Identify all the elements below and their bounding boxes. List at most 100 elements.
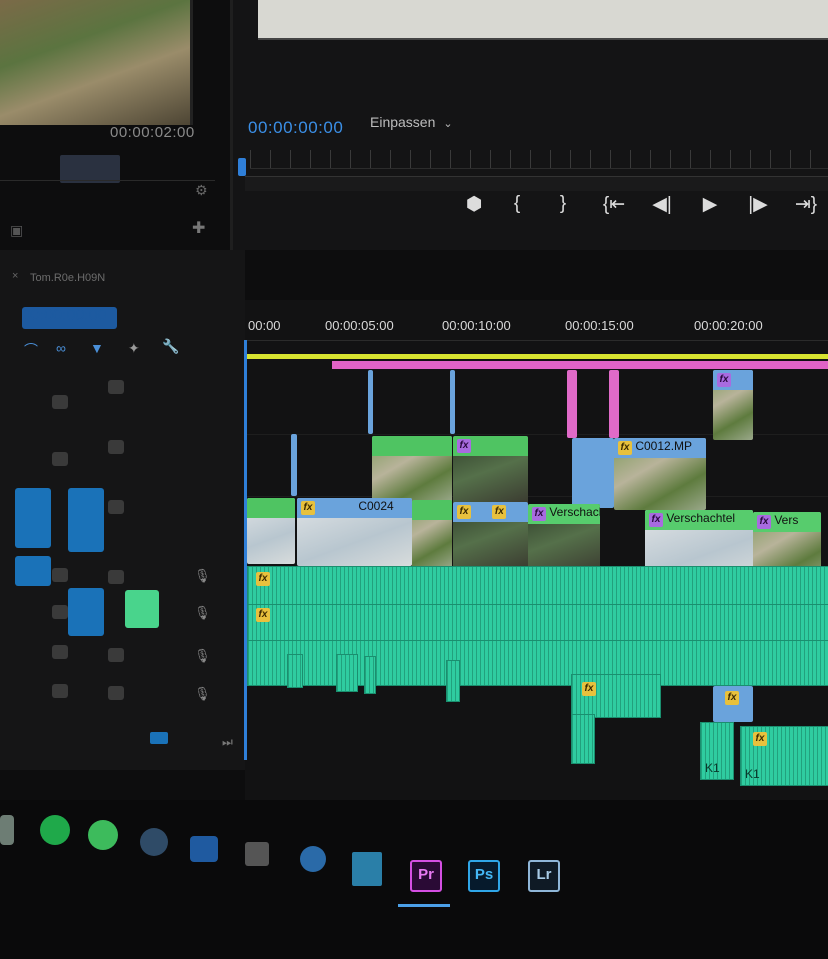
clip-name: K1	[745, 767, 760, 781]
steam-icon[interactable]	[140, 828, 168, 856]
audio-clip[interactable]	[287, 654, 303, 688]
audio-clip-a3[interactable]	[247, 640, 828, 686]
track-lane-v2[interactable]	[245, 434, 828, 497]
chat-app-icon[interactable]	[190, 836, 218, 862]
track-lock-a3[interactable]	[52, 645, 68, 659]
video-clip[interactable]	[572, 438, 614, 508]
photoshop-icon[interactable]: Ps	[468, 860, 500, 892]
wrench-icon[interactable]: 🔧	[162, 338, 182, 356]
track-lock-v2[interactable]	[52, 452, 68, 466]
timeline-settings-icon[interactable]: ✦	[128, 340, 148, 358]
track-sync-v1[interactable]	[108, 500, 124, 514]
track-lock-a1[interactable]	[52, 568, 68, 582]
audio-clip[interactable]	[446, 660, 460, 702]
program-scrub-bar[interactable]	[245, 176, 828, 191]
timeline-playhead[interactable]	[244, 340, 247, 760]
video-clip[interactable]: fx fx	[453, 502, 528, 570]
audio-clip-k1[interactable]: fx K1	[740, 726, 828, 786]
media-app-icon[interactable]	[352, 852, 382, 886]
adjustment-clip[interactable]	[567, 370, 577, 438]
lightroom-icon[interactable]: Lr	[528, 860, 560, 892]
track-sync-a4[interactable]	[108, 686, 124, 700]
linked-selection-icon[interactable]: ∞	[56, 340, 76, 358]
skip-end-icon[interactable]: ⏭	[222, 735, 233, 750]
video-clip[interactable]	[247, 498, 295, 564]
video-clip[interactable]	[368, 370, 373, 434]
source-scrub-bar[interactable]	[0, 180, 215, 199]
clip-name: Verschach	[549, 505, 600, 519]
microphone-icon[interactable]: 🎙	[194, 648, 211, 664]
sequence-tab-label[interactable]: Tom.R0e.H09N	[30, 272, 105, 284]
clip-name: C0012.MP	[635, 439, 693, 453]
audio-clip-a1[interactable]: fx	[247, 566, 828, 608]
snap-icon[interactable]: ⌒	[24, 340, 44, 358]
audio-clip[interactable]	[364, 656, 376, 694]
nested-sequence-clip[interactable]: fx Verschach	[528, 504, 600, 574]
fx-badge-icon: fx	[256, 608, 270, 622]
source-patch-a1[interactable]	[15, 556, 51, 586]
source-patch-v1[interactable]	[15, 488, 51, 548]
video-clip-c0024[interactable]: fx C0024	[297, 498, 412, 566]
spotify-icon[interactable]	[40, 815, 70, 845]
fx-badge-icon: fx	[753, 732, 767, 746]
work-area-bar[interactable]	[247, 354, 828, 359]
program-time-ruler[interactable]	[250, 150, 828, 169]
step-back-button[interactable]: ◀|	[638, 193, 686, 216]
video-clip[interactable]: fx	[713, 370, 753, 440]
mark-in-button[interactable]: {	[498, 193, 536, 216]
track-sync-a3[interactable]	[108, 648, 124, 662]
microphone-icon[interactable]: 🎙	[194, 686, 211, 702]
audio-clip[interactable]	[571, 714, 595, 764]
close-tab-icon[interactable]: ×	[12, 270, 18, 282]
source-timecode[interactable]: 00:00:02:00	[110, 124, 195, 141]
video-clip[interactable]	[372, 436, 452, 502]
fx-badge-icon: fx	[457, 439, 471, 453]
step-forward-button[interactable]: |▶	[734, 193, 782, 216]
ruler-label: 00:00:10:00	[442, 318, 511, 333]
track-target-v1[interactable]	[68, 488, 104, 552]
program-timecode[interactable]: 00:00:00:00	[248, 118, 343, 138]
add-button-icon[interactable]: ✚	[192, 218, 205, 238]
microphone-icon[interactable]: 🎙	[194, 605, 211, 621]
mute-button-a1[interactable]	[125, 590, 159, 628]
audio-clip[interactable]	[336, 654, 358, 692]
ruler-label: 00:00	[248, 318, 281, 333]
add-marker-icon[interactable]: ▼	[90, 340, 110, 358]
track-sync-v3[interactable]	[108, 380, 124, 394]
mark-out-button[interactable]: }	[536, 193, 590, 216]
whatsapp-icon[interactable]	[88, 820, 118, 850]
go-to-out-button[interactable]: ⇥}	[782, 193, 828, 216]
track-lock-a4[interactable]	[52, 684, 68, 698]
video-clip[interactable]	[412, 500, 452, 568]
add-marker-button[interactable]: ⬢	[450, 193, 498, 216]
premiere-pro-icon[interactable]: Pr	[410, 860, 442, 892]
export-frame-icon[interactable]: ▣	[10, 222, 23, 239]
audio-clip-k1[interactable]: K1	[700, 722, 734, 780]
file-manager-icon[interactable]	[245, 842, 269, 866]
fx-badge-icon: fx	[757, 515, 771, 529]
track-sync-v2[interactable]	[108, 440, 124, 454]
adjustment-clip[interactable]	[609, 370, 619, 438]
timeline-timecode[interactable]: 00:00:00:00	[22, 307, 117, 329]
video-clip-c0012[interactable]: fx C0012.MP	[614, 438, 706, 510]
source-zoom-bar[interactable]	[60, 155, 120, 183]
video-clip[interactable]: fx	[713, 686, 753, 722]
fit-zoom-dropdown[interactable]: Einpassen ⌄	[370, 114, 453, 130]
settings-icon[interactable]: ⚙	[195, 182, 208, 199]
taskbar-app-icon[interactable]	[0, 815, 14, 845]
track-sync-a1[interactable]	[108, 570, 124, 584]
track-lock-v3[interactable]	[52, 395, 68, 409]
master-track-toggle[interactable]	[150, 732, 168, 744]
microphone-icon[interactable]: 🎙	[194, 568, 211, 584]
track-lock-a2[interactable]	[52, 605, 68, 619]
video-clip[interactable]	[450, 370, 455, 434]
settings-app-icon[interactable]	[300, 846, 326, 872]
play-button[interactable]: ▶	[686, 193, 734, 216]
track-target-a1[interactable]	[68, 588, 104, 636]
go-to-in-button[interactable]: {⇤	[590, 193, 638, 216]
clip-name: C0024	[358, 499, 394, 513]
audio-clip[interactable]: fx	[571, 674, 661, 718]
program-playhead[interactable]	[238, 158, 246, 176]
video-clip[interactable]	[291, 434, 297, 496]
video-clip[interactable]: fx	[453, 436, 528, 504]
